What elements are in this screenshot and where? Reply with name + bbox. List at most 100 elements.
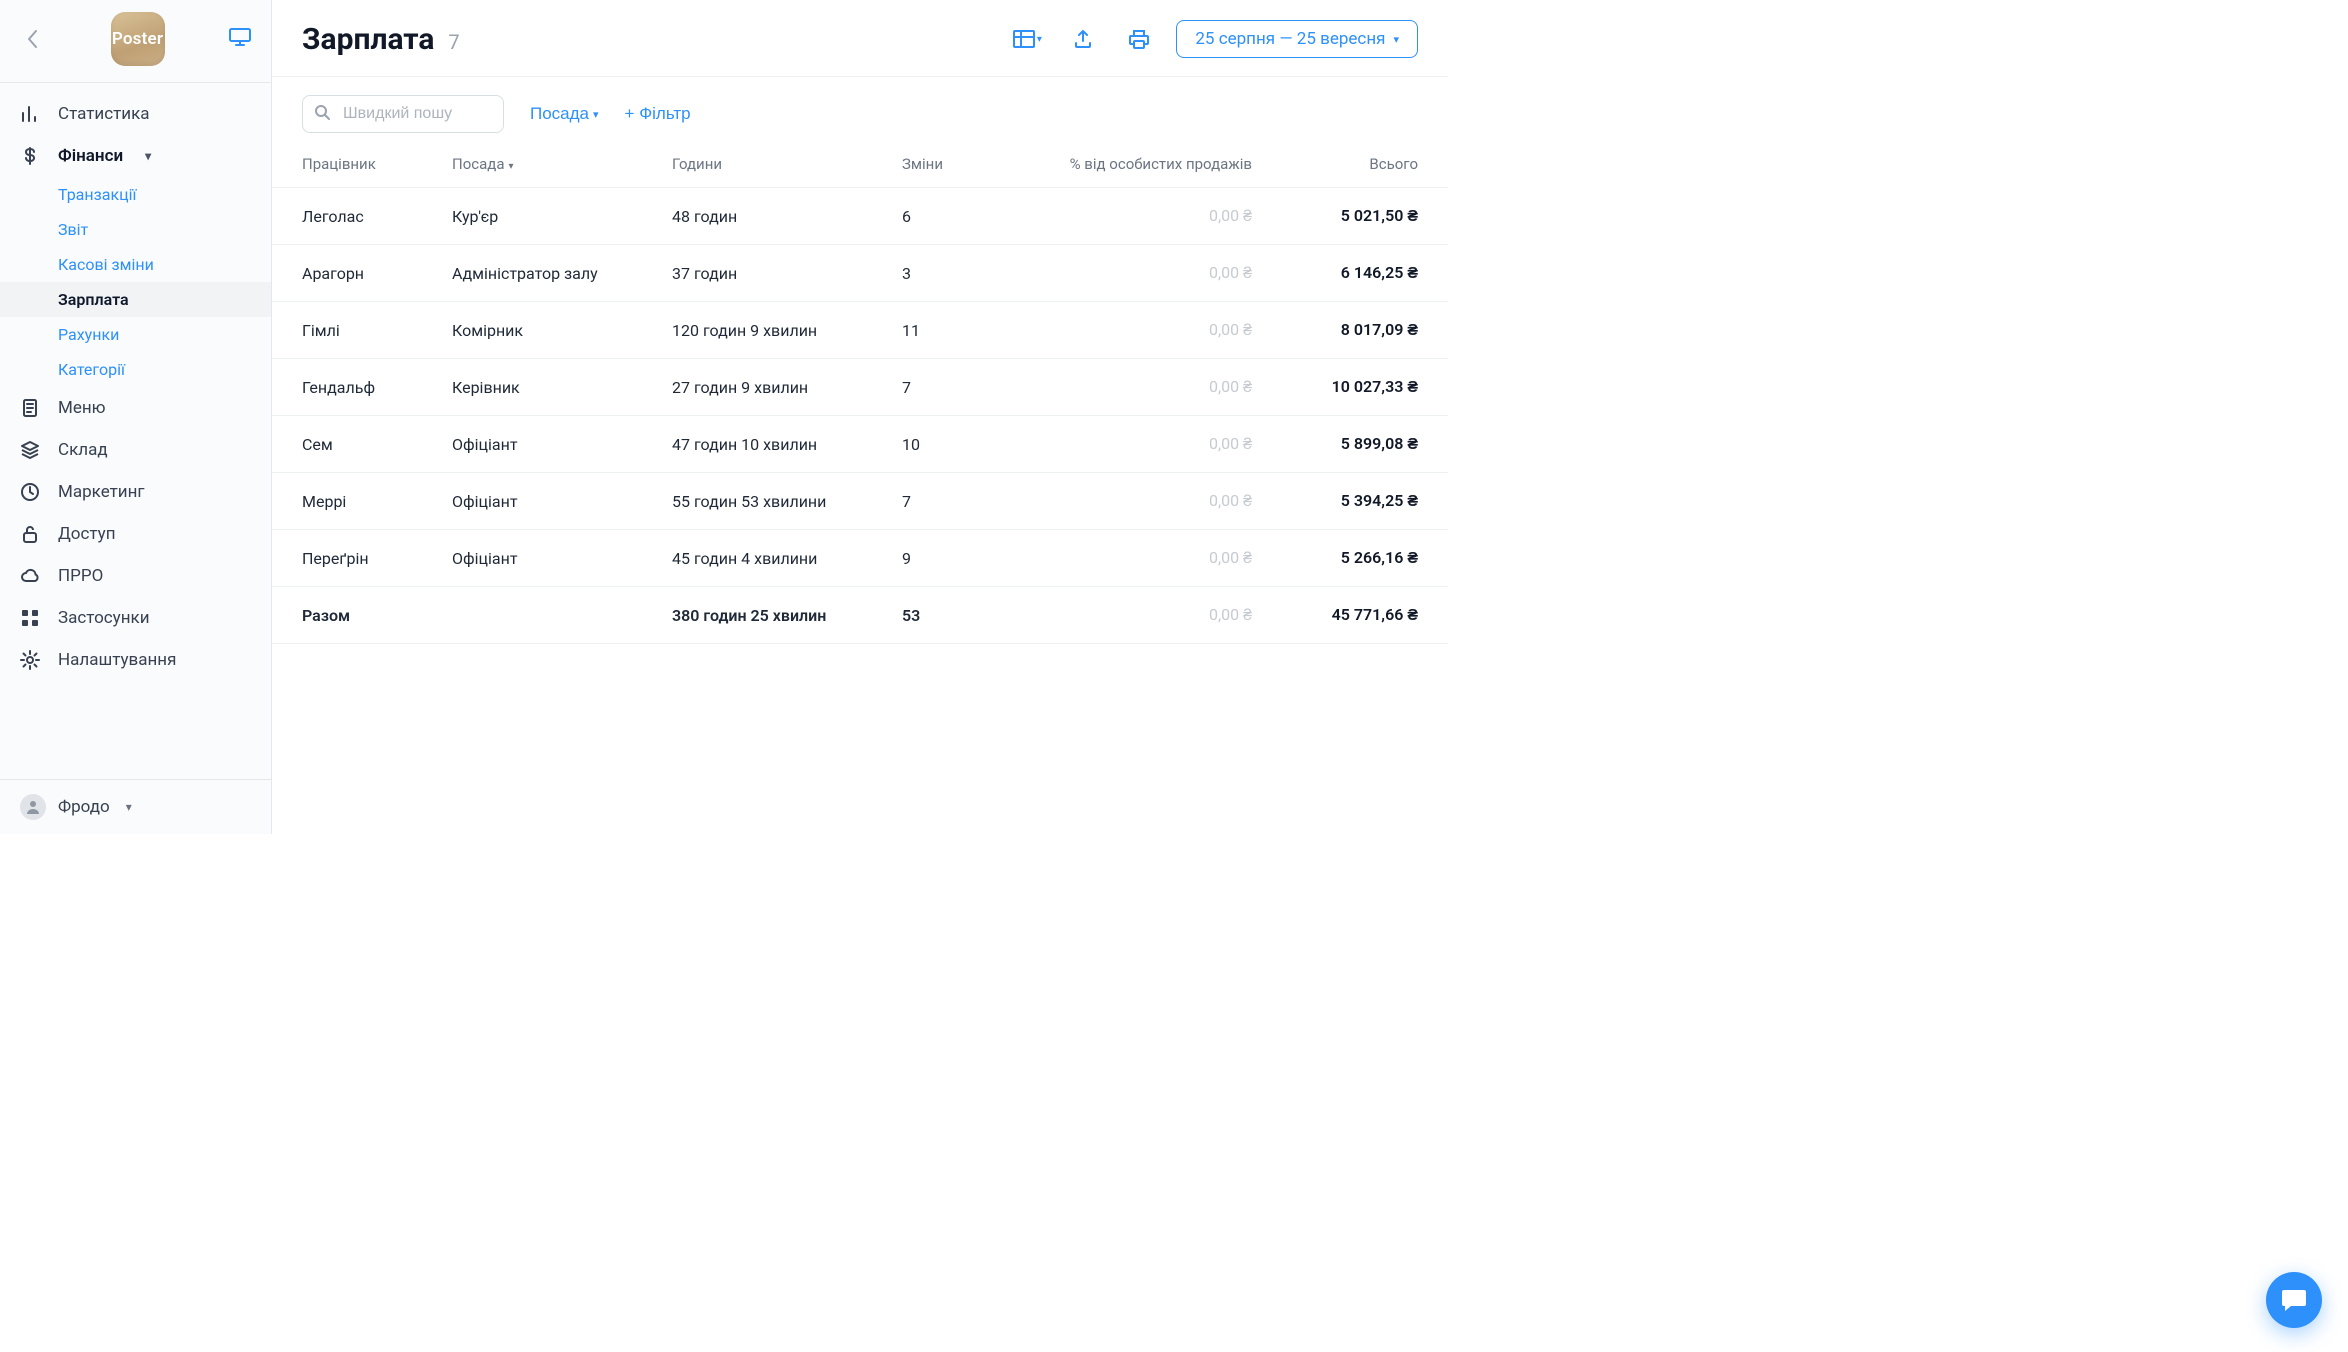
- cell-hours: 47 годин 10 хвилин: [642, 416, 872, 473]
- sidebar-subitem-1[interactable]: Звіт: [58, 212, 271, 247]
- col-pct-header[interactable]: % від особистих продажів: [1012, 143, 1282, 188]
- sidebar-item-8[interactable]: Налаштування: [0, 639, 271, 681]
- chevron-down-icon: ▾: [126, 800, 132, 814]
- search-input[interactable]: [302, 95, 504, 133]
- sidebar-item-0[interactable]: Статистика: [0, 93, 271, 135]
- layers-icon: [20, 440, 40, 460]
- print-button[interactable]: [1120, 20, 1158, 58]
- cell-total-pct: 0,00 ₴: [1012, 587, 1282, 644]
- cell-position: Адміністратор залу: [422, 245, 642, 302]
- cell-employee: Меррі: [272, 473, 422, 530]
- search-wrap: [302, 95, 504, 133]
- cell-total: 10 027,33 ₴: [1282, 359, 1448, 416]
- cell-employee: Леголас: [272, 188, 422, 245]
- table-row[interactable]: ГімліКомірник120 годин 9 хвилин110,00 ₴8…: [272, 302, 1448, 359]
- sidebar-item-2[interactable]: Меню: [0, 387, 271, 429]
- col-shifts-header[interactable]: Зміни: [872, 143, 1012, 188]
- table-row[interactable]: ГендальфКерівник27 годин 9 хвилин70,00 ₴…: [272, 359, 1448, 416]
- cell-position: Кур'єр: [422, 188, 642, 245]
- sidebar-item-5[interactable]: Доступ: [0, 513, 271, 555]
- sidebar-subitem-4[interactable]: Рахунки: [58, 317, 271, 352]
- cell-hours: 48 годин: [642, 188, 872, 245]
- sidebar-subitem-2[interactable]: Касові зміни: [58, 247, 271, 282]
- cell-hours: 45 годин 4 хвилини: [642, 530, 872, 587]
- position-filter-button[interactable]: Посада ▾: [530, 104, 599, 124]
- add-filter-label: + Фільтр: [625, 104, 691, 124]
- table-row[interactable]: МерріОфіціант55 годин 53 хвилини70,00 ₴5…: [272, 473, 1448, 530]
- cell-total-shifts: 53: [872, 587, 1012, 644]
- cell-hours: 120 годин 9 хвилин: [642, 302, 872, 359]
- sidebar-item-label: Маркетинг: [58, 482, 145, 502]
- table-header-row: Працівник Посада▾ Години Зміни % від осо…: [272, 143, 1448, 188]
- position-filter-label: Посада: [530, 104, 589, 124]
- sidebar-item-7[interactable]: Застосунки: [0, 597, 271, 639]
- table-icon: [1013, 30, 1035, 48]
- cell-employee: Гімлі: [272, 302, 422, 359]
- cell-total: 6 146,25 ₴: [1282, 245, 1448, 302]
- table-row[interactable]: ЛеголасКур'єр48 годин60,00 ₴5 021,50 ₴: [272, 188, 1448, 245]
- logo-slot: Poster: [58, 12, 217, 66]
- cell-shifts: 10: [872, 416, 1012, 473]
- cell-shifts: 3: [872, 245, 1012, 302]
- back-button[interactable]: [20, 29, 46, 49]
- user-menu[interactable]: Фродо ▾: [0, 779, 271, 834]
- table-row[interactable]: СемОфіціант47 годин 10 хвилин100,00 ₴5 8…: [272, 416, 1448, 473]
- printer-icon: [1128, 29, 1150, 49]
- date-range-label: 25 серпня — 25 вересня: [1195, 29, 1385, 49]
- sidebar-subitem-3[interactable]: Зарплата: [0, 282, 271, 317]
- table-row[interactable]: ПереґрінОфіціант45 годин 4 хвилини90,00 …: [272, 530, 1448, 587]
- chevron-down-icon: ▾: [593, 108, 599, 121]
- chevron-down-icon: ▾: [1037, 34, 1042, 45]
- sidebar: Poster СтатистикаФінанси▾ТранзакціїЗвітК…: [0, 0, 272, 834]
- cell-pct: 0,00 ₴: [1012, 473, 1282, 530]
- col-position-header[interactable]: Посада▾: [422, 143, 642, 188]
- dollar-icon: [20, 146, 40, 166]
- cell-hours: 55 годин 53 хвилини: [642, 473, 872, 530]
- cell-total: 5 021,50 ₴: [1282, 188, 1448, 245]
- page-header: Зарплата 7 ▾ 25 серпня — 25 вересня ▾: [272, 0, 1448, 77]
- support-chat-button[interactable]: [2266, 1272, 2322, 1328]
- sidebar-item-1[interactable]: Фінанси▾: [0, 135, 271, 177]
- document-icon: [20, 398, 40, 418]
- cell-pct: 0,00 ₴: [1012, 530, 1282, 587]
- cloud-icon: [20, 566, 40, 586]
- presentation-icon: [229, 28, 251, 46]
- gear-icon: [20, 650, 40, 670]
- sidebar-item-label: Доступ: [58, 524, 116, 544]
- title-wrap: Зарплата 7: [302, 22, 460, 57]
- col-total-header[interactable]: Всього: [1282, 143, 1448, 188]
- sidebar-subitem-0[interactable]: Транзакції: [58, 177, 271, 212]
- clock-icon: [20, 482, 40, 502]
- sidebar-item-3[interactable]: Склад: [0, 429, 271, 471]
- cell-position: Офіціант: [422, 473, 642, 530]
- page-title: Зарплата: [302, 22, 434, 57]
- cell-total: 8 017,09 ₴: [1282, 302, 1448, 359]
- grid-icon: [20, 608, 40, 628]
- cell-total: 5 899,08 ₴: [1282, 416, 1448, 473]
- add-filter-button[interactable]: + Фільтр: [625, 104, 691, 124]
- cell-shifts: 7: [872, 473, 1012, 530]
- sidebar-item-4[interactable]: Маркетинг: [0, 471, 271, 513]
- cell-shifts: 7: [872, 359, 1012, 416]
- sidebar-item-label: Меню: [58, 398, 106, 418]
- cell-employee: Арагорн: [272, 245, 422, 302]
- toolbar: Посада ▾ + Фільтр: [272, 77, 1448, 143]
- bar-chart-icon: [20, 104, 40, 124]
- col-employee-header[interactable]: Працівник: [272, 143, 422, 188]
- date-range-picker[interactable]: 25 серпня — 25 вересня ▾: [1176, 20, 1418, 58]
- col-hours-header[interactable]: Години: [642, 143, 872, 188]
- brand-logo[interactable]: Poster: [111, 12, 165, 66]
- cell-total: 5 394,25 ₴: [1282, 473, 1448, 530]
- upload-icon: [1073, 29, 1093, 49]
- export-button[interactable]: [1064, 20, 1102, 58]
- sidebar-item-6[interactable]: ПРРО: [0, 555, 271, 597]
- avatar: [20, 794, 46, 820]
- sidebar-subitem-5[interactable]: Категорії: [58, 352, 271, 387]
- cell-shifts: 6: [872, 188, 1012, 245]
- chevron-left-icon: [27, 29, 39, 49]
- cell-hours: 37 годин: [642, 245, 872, 302]
- table-row[interactable]: АрагорнАдміністратор залу37 годин30,00 ₴…: [272, 245, 1448, 302]
- terminal-button[interactable]: [229, 28, 251, 51]
- columns-button[interactable]: ▾: [1008, 20, 1046, 58]
- finance-submenu: ТранзакціїЗвітКасові зміниЗарплатаРахунк…: [0, 177, 271, 387]
